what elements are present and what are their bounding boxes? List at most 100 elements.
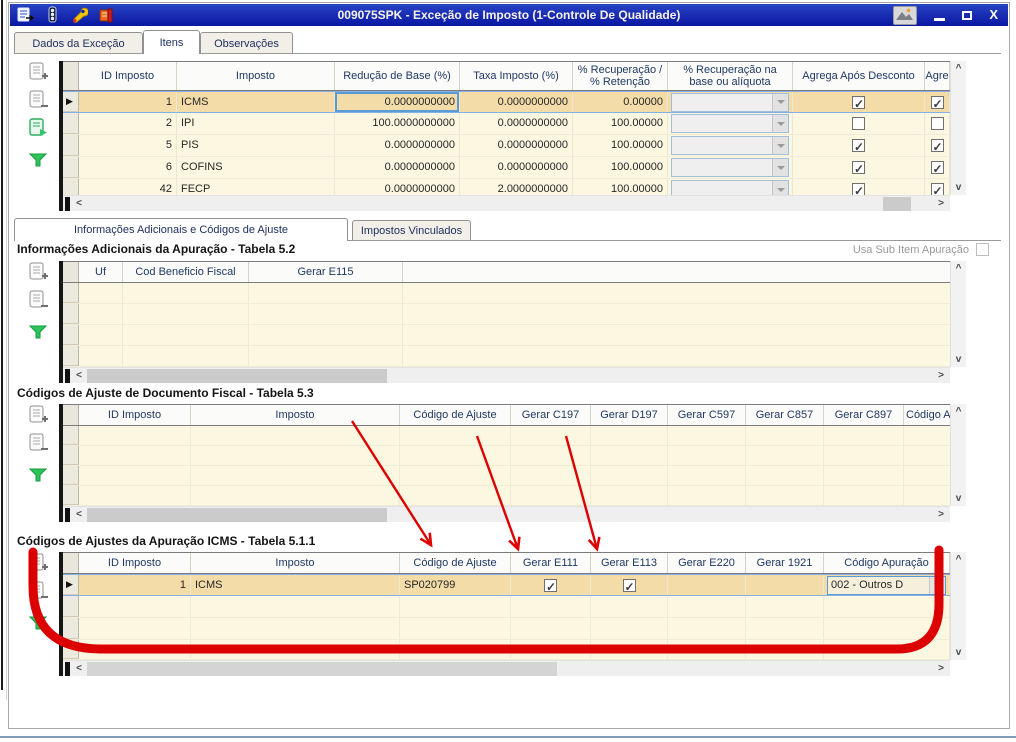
column-header-id-imposto[interactable]: ID Imposto [79,553,191,573]
agrega-apos-desconto-checkbox[interactable] [852,96,865,109]
cell-reducao-base[interactable]: 100.0000000000 [335,113,460,134]
column-header-id-imposto[interactable]: ID Imposto [79,62,177,90]
scroll-right-icon[interactable] [934,661,948,677]
empty-row[interactable] [63,426,966,446]
export-icon[interactable] [27,117,49,139]
column-header-gerar-e115[interactable]: Gerar E115 [249,262,403,282]
column-header-imposto[interactable]: Imposto [191,405,400,425]
empty-row[interactable] [63,466,966,486]
cell-imposto[interactable]: PIS [177,135,335,156]
scroll-left-icon[interactable] [72,661,86,677]
scroll-up-icon[interactable] [951,406,966,417]
column-header-gerar-c597[interactable]: Gerar C597 [668,405,746,425]
add-row-icon[interactable] [27,61,49,83]
column-header-gerar-e113[interactable]: Gerar E113 [591,553,668,573]
cell-gerar-1921[interactable] [746,575,824,595]
scroll-left-icon[interactable] [72,196,86,212]
agrega-2-checkbox[interactable] [931,139,944,152]
vertical-scrollbar[interactable] [950,552,966,660]
scroll-down-icon[interactable] [951,354,966,365]
cell-reducao-base[interactable]: 0.0000000000 [335,179,460,195]
wrench-icon[interactable] [70,6,88,24]
recuperacao-base-dropdown[interactable] [671,114,789,133]
column-header-gerar-e220[interactable]: Gerar E220 [668,553,746,573]
add-row-icon[interactable] [27,261,49,283]
package-icon[interactable] [97,6,115,24]
column-header-codigo-ajuste[interactable]: Código de Ajuste [400,553,511,573]
scroll-left-icon[interactable] [72,507,86,523]
scroll-down-icon[interactable] [951,182,966,193]
minimize-icon[interactable] [934,18,945,21]
close-icon[interactable]: X [989,5,998,25]
delete-row-icon[interactable] [27,89,49,111]
grid-row[interactable]: 1ICMSSP020799002 - Outros D [63,574,966,596]
empty-row[interactable] [63,304,966,325]
cell-id[interactable]: 5 [79,135,177,156]
filter-icon[interactable] [27,612,49,634]
column-header-gerar-d197[interactable]: Gerar D197 [591,405,668,425]
horizontal-scrollbar[interactable] [63,506,950,522]
agrega-apos-desconto-checkbox[interactable] [852,117,865,130]
scroll-down-icon[interactable] [951,493,966,504]
empty-row[interactable] [63,486,966,506]
empty-row[interactable] [63,618,966,640]
cell-imposto[interactable]: ICMS [177,92,335,112]
column-header-recuperacao-base-aliquota[interactable]: % Recuperação na base ou alíquota [668,62,793,90]
filter-icon[interactable] [27,149,49,171]
recuperacao-base-dropdown[interactable] [671,158,789,177]
picture-icon[interactable] [893,6,917,25]
grid-row[interactable]: 1ICMS0.00000000000.00000000000.00000 [63,91,966,113]
cell-taxa-imposto[interactable]: 2.0000000000 [460,179,573,195]
scroll-up-icon[interactable] [951,263,966,274]
cell-id[interactable]: 1 [79,92,177,112]
cell-imposto[interactable]: FECP [177,179,335,195]
column-header-taxa-imposto[interactable]: Taxa Imposto (%) [460,62,573,90]
empty-row[interactable] [63,596,966,618]
column-header-gerar-1921[interactable]: Gerar 1921 [746,553,824,573]
cell-recuperacao[interactable]: 100.00000 [573,135,668,156]
horizontal-scrollbar[interactable] [63,195,950,211]
gerar-e111-checkbox[interactable] [544,579,557,592]
cell-recuperacao[interactable]: 0.00000 [573,92,668,112]
agrega-2-checkbox[interactable] [931,183,944,195]
cell-taxa-imposto[interactable]: 0.0000000000 [460,157,573,178]
empty-row[interactable] [63,346,966,367]
column-header-codigo-ajuste[interactable]: Código de Ajuste [400,405,511,425]
form-icon[interactable] [16,6,34,24]
maximize-icon[interactable] [962,11,972,20]
subtab-impostos-vinculados[interactable]: Impostos Vinculados [352,220,471,241]
cell-reducao-base[interactable]: 0.0000000000 [335,92,460,112]
column-header-gerar-e111[interactable]: Gerar E111 [511,553,591,573]
column-header-gerar-c857[interactable]: Gerar C857 [746,405,824,425]
column-header-gerar-c897[interactable]: Gerar C897 [824,405,904,425]
column-header-recuperacao-retencao[interactable]: % Recuperação / % Retenção [573,62,668,90]
cell-recuperacao[interactable]: 100.00000 [573,113,668,134]
agrega-2-checkbox[interactable] [931,117,944,130]
empty-row[interactable] [63,325,966,346]
scroll-right-icon[interactable] [934,196,948,212]
recuperacao-base-dropdown[interactable] [671,93,789,112]
codigo-apuracao-dropdown[interactable]: 002 - Outros D [827,576,946,595]
grid-row[interactable]: 2IPI100.00000000000.0000000000100.00000 [63,113,966,135]
vertical-scrollbar[interactable] [950,61,966,195]
delete-row-icon[interactable] [27,289,49,311]
scrollbar-thumb[interactable] [87,369,387,383]
column-header-uf[interactable]: Uf [79,262,123,282]
cell-imposto[interactable]: COFINS [177,157,335,178]
vertical-scrollbar[interactable] [950,404,966,506]
cell-taxa-imposto[interactable]: 0.0000000000 [460,92,573,112]
grid-row[interactable]: 42FECP0.00000000002.0000000000100.00000 [63,179,966,195]
tab-itens[interactable]: Itens [143,30,200,54]
column-header-agre[interactable]: Agre [925,62,950,90]
empty-row[interactable] [63,446,966,466]
scrollbar-thumb[interactable] [87,662,557,676]
cell-id[interactable]: 6 [79,157,177,178]
cell-id[interactable]: 1 [79,575,191,595]
column-header-reducao-base[interactable]: Redução de Base (%) [335,62,460,90]
scroll-left-icon[interactable] [72,368,86,384]
cell-reducao-base[interactable]: 0.0000000000 [335,135,460,156]
add-row-icon[interactable] [27,404,49,426]
horizontal-scrollbar[interactable] [63,367,950,383]
empty-row[interactable] [63,640,966,660]
column-header-imposto[interactable]: Imposto [177,62,335,90]
